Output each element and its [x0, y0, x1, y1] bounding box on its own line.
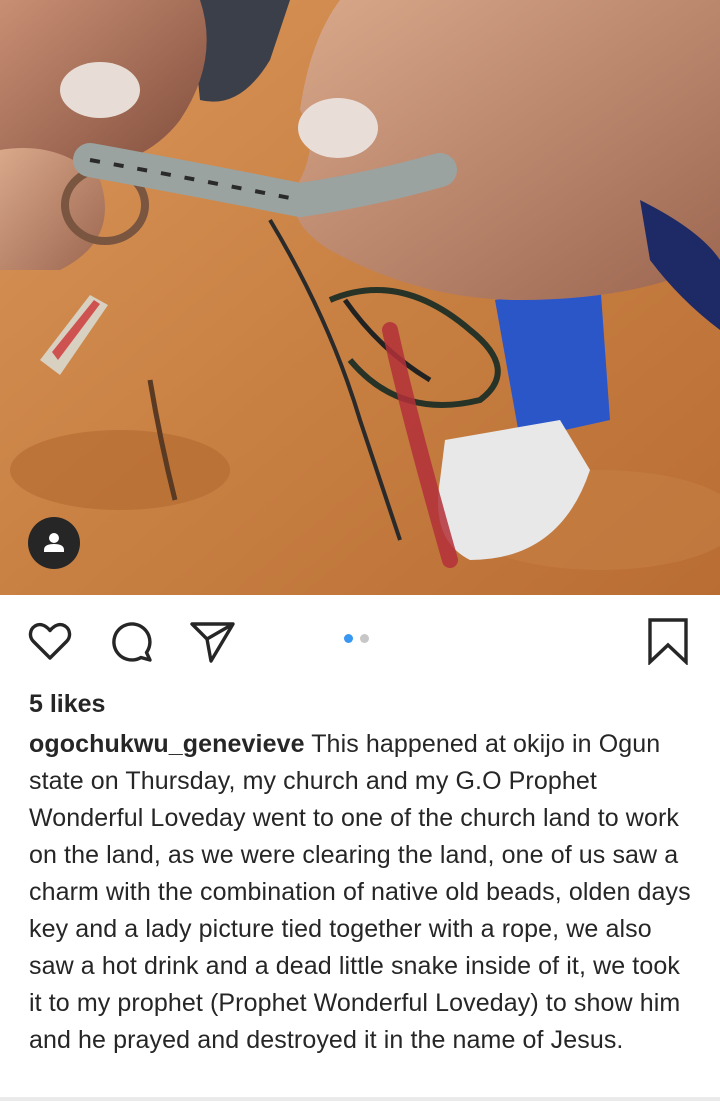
caption-username[interactable]: ogochukwu_genevieve — [29, 730, 305, 758]
divider — [0, 1097, 720, 1101]
tagged-users-button[interactable] — [28, 517, 80, 569]
heart-icon — [28, 622, 72, 660]
carousel-dot-active — [344, 634, 353, 643]
share-icon — [190, 622, 235, 663]
bookmark-icon — [648, 618, 688, 666]
comment-button[interactable] — [108, 617, 156, 665]
save-button[interactable] — [644, 617, 692, 666]
like-button[interactable] — [26, 617, 74, 665]
post-photo-art — [0, 0, 720, 595]
comment-icon — [112, 622, 152, 662]
share-button[interactable] — [188, 617, 236, 665]
carousel-dot — [360, 634, 369, 643]
caption-text: This happened at okijo in Ogun state on … — [29, 730, 691, 1054]
post-photo[interactable] — [0, 0, 720, 595]
user-tag-icon — [44, 533, 64, 552]
like-count[interactable]: 5 likes — [29, 686, 105, 722]
post-caption: ogochukwu_genevieve This happened at oki… — [29, 726, 699, 1059]
